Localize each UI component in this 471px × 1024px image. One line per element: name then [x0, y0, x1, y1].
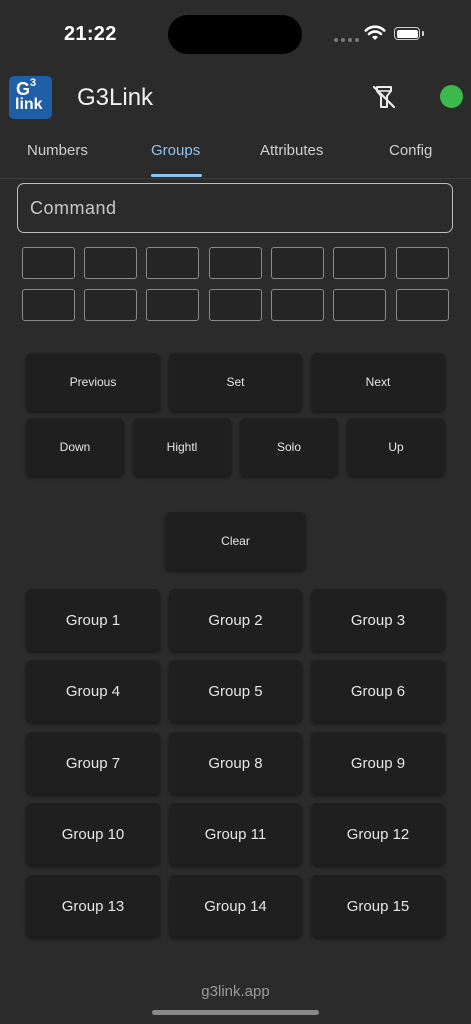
flashlight-off-icon[interactable]	[372, 84, 396, 110]
group-button-8[interactable]: Group 8	[169, 732, 302, 794]
command-slot[interactable]	[84, 247, 137, 279]
logo-link: link	[15, 96, 43, 113]
group-button-5[interactable]: Group 5	[169, 660, 302, 722]
group-button-2[interactable]: Group 2	[169, 589, 302, 651]
command-slot[interactable]	[84, 289, 137, 321]
command-slot[interactable]	[396, 289, 449, 321]
group-button-4[interactable]: Group 4	[26, 660, 160, 722]
set-button[interactable]: Set	[169, 353, 302, 411]
up-button[interactable]: Up	[347, 418, 445, 476]
wifi-icon	[364, 25, 386, 40]
down-button[interactable]: Down	[26, 418, 124, 476]
app-logo: G 3 link	[9, 76, 52, 119]
group-button-11[interactable]: Group 11	[169, 803, 302, 865]
battery-icon	[394, 27, 420, 40]
command-slot[interactable]	[22, 289, 75, 321]
connection-status-indicator	[440, 85, 463, 108]
command-slot[interactable]	[146, 289, 199, 321]
tab-numbers[interactable]: Numbers	[27, 142, 88, 159]
group-button-15[interactable]: Group 15	[311, 875, 445, 937]
command-slot[interactable]	[146, 247, 199, 279]
group-button-12[interactable]: Group 12	[311, 803, 445, 865]
command-slot[interactable]	[209, 247, 262, 279]
clear-button[interactable]: Clear	[165, 512, 306, 570]
command-input[interactable]	[17, 183, 453, 233]
highlight-button[interactable]: Hightl	[133, 418, 231, 476]
cellular-signal-icon	[334, 38, 359, 42]
solo-button[interactable]: Solo	[240, 418, 338, 476]
footer-link[interactable]: g3link.app	[0, 983, 471, 1000]
app-title: G3Link	[77, 84, 154, 111]
group-button-7[interactable]: Group 7	[26, 732, 160, 794]
next-button[interactable]: Next	[311, 353, 445, 411]
command-slot[interactable]	[271, 247, 324, 279]
group-button-1[interactable]: Group 1	[26, 589, 160, 651]
group-button-14[interactable]: Group 14	[169, 875, 302, 937]
tab-bar: Numbers Groups Attributes Config	[0, 133, 471, 179]
logo-superscript: 3	[30, 77, 37, 89]
group-button-6[interactable]: Group 6	[311, 660, 445, 722]
status-time: 21:22	[64, 23, 117, 45]
command-slot[interactable]	[396, 247, 449, 279]
previous-button[interactable]: Previous	[26, 353, 160, 411]
group-button-13[interactable]: Group 13	[26, 875, 160, 937]
dynamic-island	[168, 15, 302, 54]
command-slot[interactable]	[22, 247, 75, 279]
tab-attributes[interactable]: Attributes	[260, 142, 323, 159]
command-slot[interactable]	[209, 289, 262, 321]
tab-groups[interactable]: Groups	[151, 142, 200, 159]
tab-config[interactable]: Config	[389, 142, 432, 159]
home-indicator	[152, 1010, 319, 1015]
group-button-9[interactable]: Group 9	[311, 732, 445, 794]
active-tab-indicator	[151, 174, 202, 177]
command-slot[interactable]	[333, 247, 386, 279]
battery-cap	[422, 31, 424, 36]
group-button-3[interactable]: Group 3	[311, 589, 445, 651]
command-slot[interactable]	[333, 289, 386, 321]
group-button-10[interactable]: Group 10	[26, 803, 160, 865]
status-bar: 21:22	[0, 0, 471, 70]
command-slot[interactable]	[271, 289, 324, 321]
